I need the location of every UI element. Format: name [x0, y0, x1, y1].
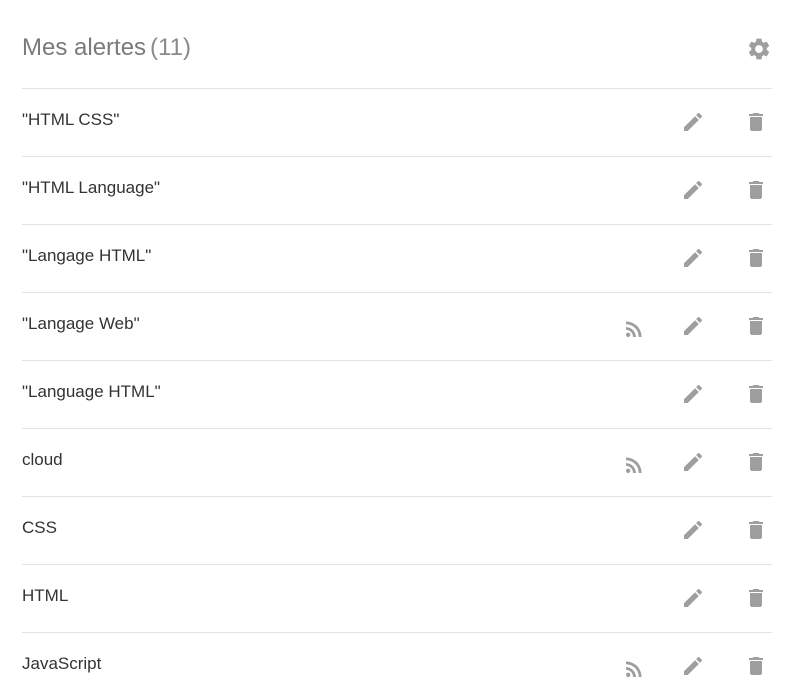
alerts-count: (11): [150, 34, 191, 61]
alert-label[interactable]: "Langage HTML": [22, 245, 151, 267]
trash-icon[interactable]: [744, 246, 768, 270]
pencil-icon[interactable]: [681, 178, 705, 202]
alert-row: "Langage Web": [22, 292, 772, 360]
trash-icon[interactable]: [744, 450, 768, 474]
trash-icon[interactable]: [744, 654, 768, 678]
pencil-icon[interactable]: [681, 314, 705, 338]
alert-row: JavaScript: [22, 632, 772, 687]
alert-row: "Language HTML": [22, 360, 772, 428]
alert-row: cloud: [22, 428, 772, 496]
alert-label[interactable]: CSS: [22, 517, 57, 539]
rss-icon[interactable]: [622, 657, 646, 681]
pencil-icon[interactable]: [681, 382, 705, 406]
trash-icon[interactable]: [744, 518, 768, 542]
alerts-list: "HTML CSS" "HTML Language" "Langage HTML" "…: [22, 88, 772, 687]
trash-icon[interactable]: [744, 382, 768, 406]
alert-label[interactable]: "HTML Language": [22, 177, 160, 199]
rss-icon[interactable]: [622, 453, 646, 477]
trash-icon[interactable]: [744, 110, 768, 134]
alert-label[interactable]: JavaScript: [22, 653, 101, 675]
alert-row: HTML: [22, 564, 772, 632]
alerts-header: Mes alertes (11): [22, 30, 772, 68]
alert-row: "HTML Language": [22, 156, 772, 224]
pencil-icon[interactable]: [681, 450, 705, 474]
pencil-icon[interactable]: [681, 518, 705, 542]
alert-label[interactable]: "Language HTML": [22, 381, 161, 403]
alert-label[interactable]: cloud: [22, 449, 63, 471]
trash-icon[interactable]: [744, 314, 768, 338]
rss-icon[interactable]: [622, 317, 646, 341]
pencil-icon[interactable]: [681, 246, 705, 270]
alert-row: "HTML CSS": [22, 88, 772, 156]
pencil-icon[interactable]: [681, 654, 705, 678]
gear-icon[interactable]: [746, 36, 772, 62]
alert-label[interactable]: HTML: [22, 585, 68, 607]
alert-row: "Langage HTML": [22, 224, 772, 292]
alert-row: CSS: [22, 496, 772, 564]
page-title-text: Mes alertes: [22, 34, 147, 61]
alert-label[interactable]: "HTML CSS": [22, 109, 119, 131]
trash-icon[interactable]: [744, 586, 768, 610]
trash-icon[interactable]: [744, 178, 768, 202]
page-title: Mes alertes (11): [22, 30, 191, 66]
pencil-icon[interactable]: [681, 586, 705, 610]
alert-label[interactable]: "Langage Web": [22, 313, 140, 335]
pencil-icon[interactable]: [681, 110, 705, 134]
